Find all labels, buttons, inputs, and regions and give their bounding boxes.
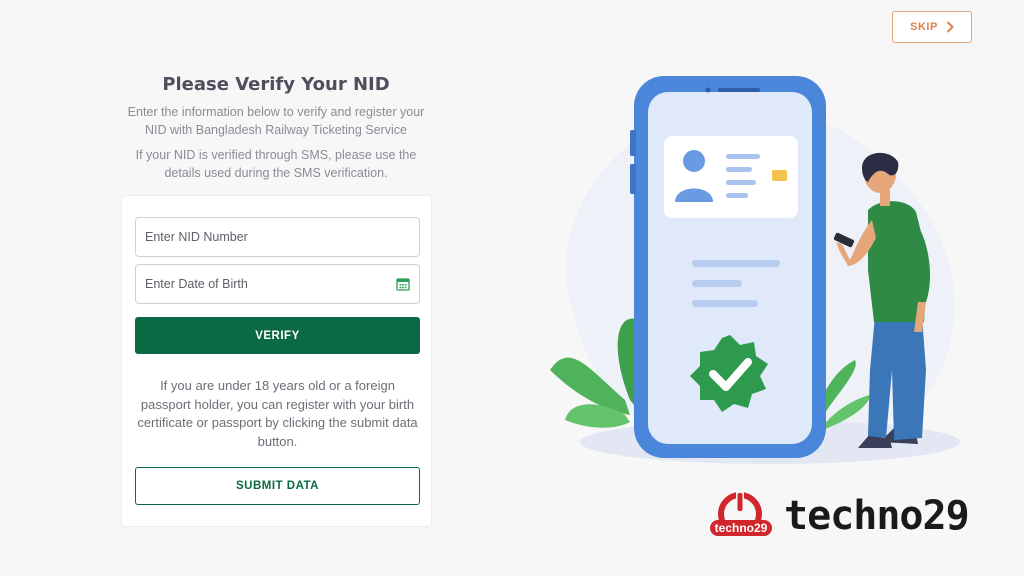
nid-placeholder: Enter NID Number bbox=[145, 230, 248, 244]
phone-camera bbox=[705, 87, 711, 93]
verification-illustration bbox=[550, 76, 960, 464]
watermark-text: techno29 bbox=[784, 493, 970, 539]
dob-placeholder: Enter Date of Birth bbox=[145, 277, 248, 291]
skip-button[interactable]: SKIP bbox=[892, 11, 972, 43]
nid-number-input[interactable]: Enter NID Number bbox=[135, 217, 420, 257]
techno29-watermark: techno29 techno29 bbox=[708, 490, 978, 542]
verification-form-card: Enter NID Number Enter Date of Birth VER… bbox=[121, 195, 432, 527]
verify-button[interactable]: VERIFY bbox=[135, 317, 420, 354]
phone-speaker bbox=[718, 88, 760, 92]
submit-data-button[interactable]: SUBMIT DATA bbox=[135, 467, 420, 505]
intro-text: Enter the information below to verify an… bbox=[127, 105, 425, 137]
phone-side-button-2 bbox=[630, 164, 636, 194]
skip-label: SKIP bbox=[910, 21, 938, 33]
sms-note-text: If your NID is verified through SMS, ple… bbox=[135, 148, 417, 180]
alternate-registration-note: If you are under 18 years old or a forei… bbox=[137, 378, 418, 449]
chevron-right-icon bbox=[946, 21, 954, 33]
nid-verification-page: SKIP Please Verify Your NID Enter the in… bbox=[0, 0, 1024, 576]
page-title: Please Verify Your NID bbox=[162, 74, 390, 95]
calendar-icon[interactable] bbox=[396, 277, 410, 291]
chip-icon bbox=[772, 170, 787, 181]
power-icon: techno29 bbox=[710, 492, 772, 536]
logo-text: techno29 bbox=[715, 521, 768, 535]
techno29-logo: techno29 bbox=[708, 490, 778, 542]
date-of-birth-input[interactable]: Enter Date of Birth bbox=[135, 264, 420, 304]
phone-side-button bbox=[630, 130, 636, 156]
